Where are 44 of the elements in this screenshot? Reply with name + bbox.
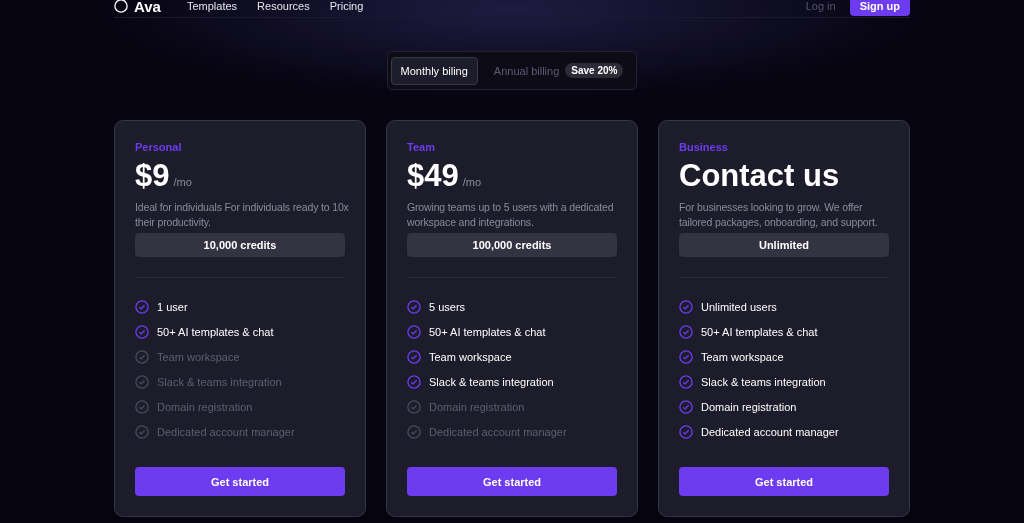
feature-label: 50+ AI templates & chat	[157, 325, 274, 338]
get-started-button[interactable]: Get started	[135, 467, 345, 496]
signup-button[interactable]: Sign up	[849, 0, 910, 16]
plan-description: For businesses looking to grow. We offer tailored packages, onboarding, and support.	[679, 200, 879, 230]
feature-label: Domain registration	[701, 400, 797, 413]
feature-label: 50+ AI templates & chat	[429, 325, 546, 338]
price-period: /mo	[462, 176, 482, 188]
price-period: /mo	[173, 176, 192, 188]
plan-name: Team	[407, 141, 436, 153]
feature-label: 50+ AI templates & chat	[701, 325, 818, 338]
feature-label: Slack & teams integration	[157, 375, 282, 388]
plan-description: Ideal for individuals For individuals ready to 10x their productivity.	[135, 200, 350, 230]
nav-link[interactable]: Templates	[186, 0, 238, 12]
feature-label: Slack & teams integration	[701, 375, 826, 388]
get-started-button[interactable]: Get started	[407, 467, 617, 496]
nav-link[interactable]: Resources	[257, 0, 310, 12]
nav-link[interactable]: Pricing	[329, 0, 364, 12]
feature-label: Team workspace	[429, 350, 512, 363]
feature-label: Domain registration	[429, 400, 525, 413]
quota-label: 100,000 credits	[407, 233, 617, 257]
get-started-button[interactable]: Get started	[679, 467, 889, 496]
feature-label: Team workspace	[157, 350, 240, 363]
feature-label: Team workspace	[701, 350, 784, 363]
feature-label: Unlimited users	[701, 300, 777, 313]
plan-name: Business	[679, 141, 729, 153]
feature-label: Domain registration	[157, 400, 253, 413]
billing-option[interactable]: Monthly biling	[390, 56, 478, 85]
brand-name: Ava	[134, 0, 161, 15]
plan-name: Personal	[135, 141, 183, 153]
feature-label: Dedicated account manager	[157, 425, 295, 438]
feature-label: 1 user	[157, 300, 188, 313]
feature-label: 5 users	[429, 300, 466, 313]
quota-label: Unlimited	[679, 233, 889, 257]
logo-icon	[114, 0, 128, 13]
discount-badge: Save 20%	[565, 63, 624, 78]
quota-label: 10,000 credits	[135, 233, 345, 257]
billing-option[interactable]: Annual billing Save 20%	[483, 55, 634, 86]
plan-price: $9	[135, 158, 170, 194]
feature-label: Dedicated account manager	[429, 425, 567, 438]
feature-label: Dedicated account manager	[701, 425, 839, 438]
plan-price: Contact us	[679, 158, 840, 194]
plan-price: $49	[407, 158, 459, 194]
feature-label: Slack & teams integration	[429, 375, 554, 388]
plan-description: Growing teams up to 5 users with a dedicated workspace and integrations.	[407, 200, 615, 230]
